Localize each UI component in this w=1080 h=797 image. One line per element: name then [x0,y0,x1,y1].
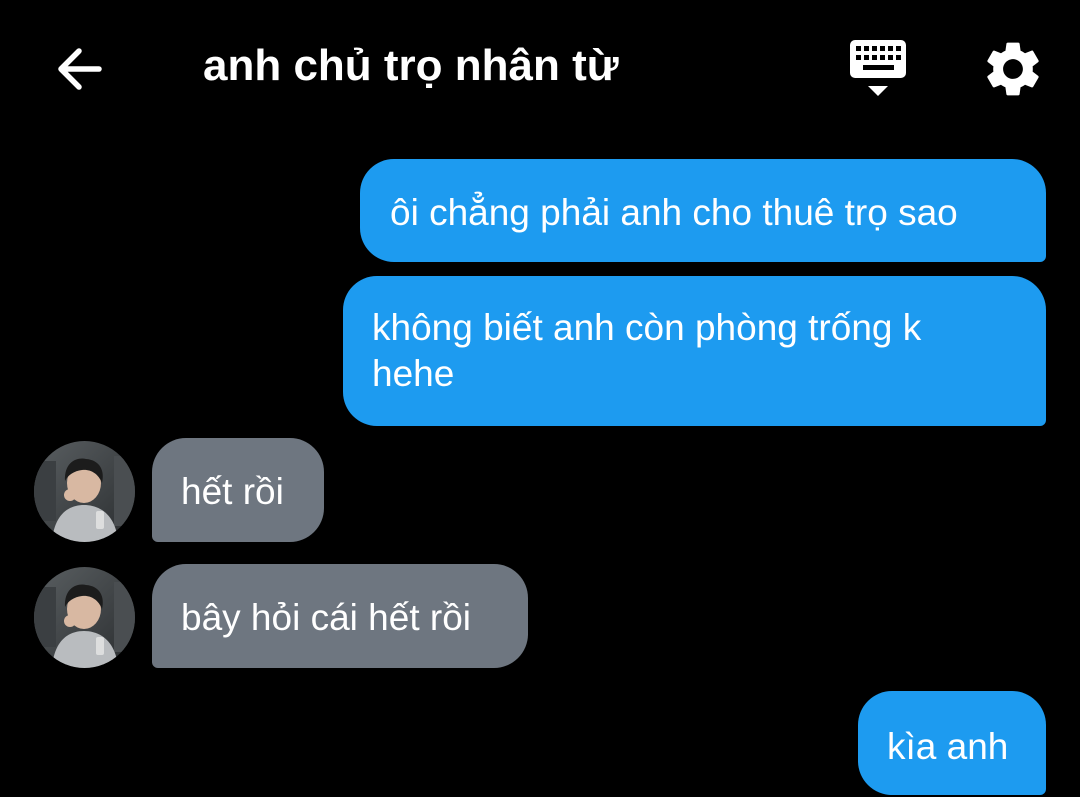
back-button[interactable] [44,34,114,104]
chat-header: anh chủ trọ nhân từ [0,0,1080,134]
gear-icon [987,42,1039,96]
arrow-left-icon [58,48,102,90]
message-text: hết rồi [181,471,284,512]
avatar[interactable] [34,567,135,668]
keyboard-toggle-button[interactable] [842,36,914,102]
avatar[interactable] [34,441,135,542]
message-text: không biết anh còn phòng trống k hehe [372,307,922,394]
settings-button[interactable] [980,36,1046,102]
keyboard-icon [850,40,906,96]
incoming-message[interactable]: hết rồi [152,438,324,542]
outgoing-message[interactable]: ôi chẳng phải anh cho thuê trọ sao [360,159,1046,262]
message-text: ôi chẳng phải anh cho thuê trọ sao [390,192,958,233]
message-text: kìa anh [887,726,1009,767]
contact-avatar-image [34,441,135,542]
incoming-message[interactable]: bây hỏi cái hết rồi [152,564,528,668]
outgoing-message[interactable]: kìa anh [858,691,1046,795]
contact-avatar-image [34,567,135,668]
message-text: bây hỏi cái hết rồi [181,597,472,638]
outgoing-message[interactable]: không biết anh còn phòng trống k hehe [343,276,1046,426]
conversation-title: anh chủ trọ nhân từ [203,41,619,90]
